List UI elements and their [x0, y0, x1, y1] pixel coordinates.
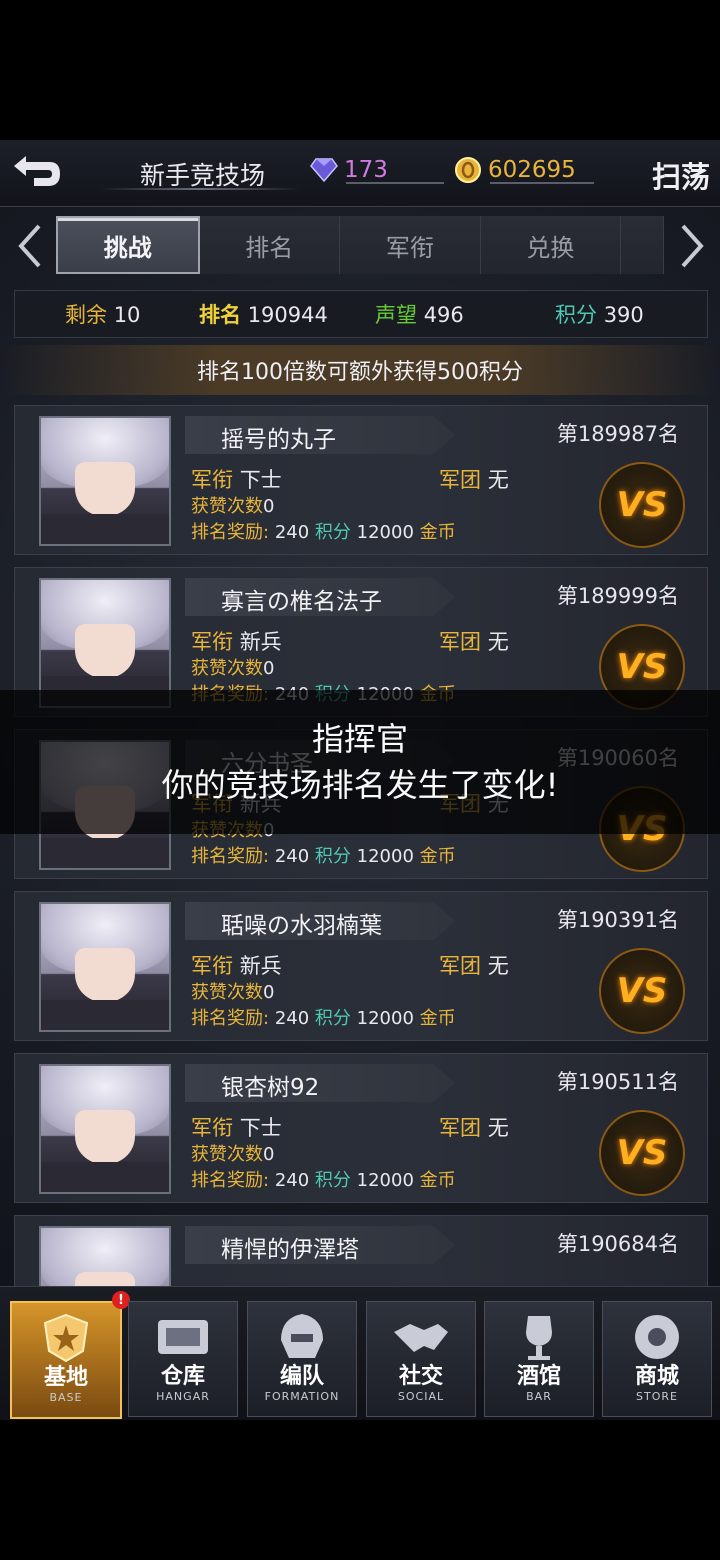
formation-helmet-icon	[271, 1310, 333, 1364]
tab-military-rank[interactable]: 军衔	[340, 216, 481, 274]
tab-bar: 挑战 排名 军衔 兑换	[0, 206, 720, 282]
nav-store[interactable]: 商城 STORE	[602, 1301, 712, 1417]
opponent-card[interactable]: 摇号的丸子 第189987名 军衔 下士 军团 无 获赞次数0 排名奖励: 24…	[14, 405, 708, 555]
title-underline	[100, 188, 300, 190]
bonus-banner: 排名100倍数可额外获得500积分	[0, 345, 720, 395]
opponent-reward: 排名奖励: 240 积分 12000 金币	[191, 846, 456, 867]
stat-prestige: 声望 496	[375, 303, 464, 327]
gold-count: 602695	[488, 157, 576, 183]
tab-overflow	[621, 216, 664, 274]
opponent-position: 第189987名	[556, 422, 679, 446]
opponent-card[interactable]: 聒噪の水羽楠葉 第190391名 军衔 新兵 军团 无 获赞次数0 排名奖励: …	[14, 891, 708, 1041]
hangar-icon	[152, 1310, 214, 1364]
opponent-reward: 排名奖励: 240 积分 12000 金币	[191, 522, 456, 543]
opponent-name: 精悍的伊澤塔	[221, 1237, 359, 1263]
back-button[interactable]	[6, 148, 66, 196]
toast-title: 指挥官	[311, 720, 408, 758]
gold-underline	[490, 182, 594, 184]
opponent-card[interactable]: 精悍的伊澤塔 第190684名	[14, 1215, 708, 1356]
back-arrow-icon	[14, 156, 60, 186]
page-title: 新手竞技场	[140, 161, 266, 190]
stats-bar: 剩余 10 排名 190944 声望 496 积分 390	[14, 290, 708, 338]
vs-challenge-button[interactable]: VS	[599, 948, 685, 1034]
tab-list: 挑战 排名 军衔 兑换	[56, 216, 664, 274]
opponent-name: 摇号的丸子	[221, 427, 336, 453]
opponent-position: 第190391名	[556, 908, 679, 932]
opponent-avatar	[39, 902, 171, 1032]
handshake-icon	[390, 1310, 452, 1364]
toast-message: 你的竞技场排名发生了变化!	[161, 766, 559, 804]
vs-challenge-button[interactable]: VS	[599, 1110, 685, 1196]
tab-prev-button[interactable]	[10, 222, 50, 270]
opponent-avatar	[39, 416, 171, 546]
opponent-military-rank: 军衔 新兵	[191, 630, 282, 654]
nav-formation[interactable]: 编队 FORMATION	[247, 1301, 357, 1417]
opponent-legion: 军团 无	[439, 630, 509, 654]
nav-base[interactable]: 基地 BASE	[10, 1301, 122, 1419]
opponent-reward: 排名奖励: 240 积分 12000 金币	[191, 1170, 456, 1191]
opponent-position: 第189999名	[556, 584, 679, 608]
tab-challenge[interactable]: 挑战	[56, 216, 200, 274]
opponent-position: 第190511名	[556, 1070, 679, 1094]
nav-bar[interactable]: 酒馆 BAR	[484, 1301, 594, 1417]
tab-exchange[interactable]: 兑换	[480, 216, 622, 274]
chevron-left-icon	[18, 224, 41, 268]
opponent-avatar	[39, 578, 171, 708]
opponent-name: 聒噪の水羽楠葉	[221, 913, 382, 939]
gem-underline	[346, 182, 444, 184]
opponent-legion: 军团 无	[439, 1116, 509, 1140]
tab-next-button[interactable]	[672, 222, 712, 270]
arena-screen: 新手竞技场 173 602695 扫荡 挑战 排名 军衔 兑换 剩余 10 排名…	[0, 140, 720, 1420]
opponent-likes: 获赞次数0	[191, 1144, 275, 1165]
opponent-name: 银杏树92	[221, 1075, 320, 1101]
rank-change-toast: 指挥官 你的竞技场排名发生了变化!	[0, 690, 720, 834]
bottom-nav: 基地 BASE ! 仓库 HANGAR 编队 FORMATION 社交 SOCI…	[0, 1286, 720, 1420]
gem-counter: 173	[310, 150, 388, 190]
nav-social[interactable]: 社交 SOCIAL	[366, 1301, 476, 1417]
gold-counter: 602695	[454, 150, 576, 190]
sweep-button[interactable]: 扫荡	[652, 154, 710, 196]
opponent-position: 第190684名	[556, 1232, 679, 1256]
opponent-military-rank: 军衔 下士	[191, 1116, 282, 1140]
stat-remaining: 剩余 10	[65, 303, 141, 327]
stat-rank: 排名 190944	[199, 303, 328, 327]
opponent-reward: 排名奖励: 240 积分 12000 金币	[191, 1008, 456, 1029]
top-bar: 新手竞技场 173 602695 扫荡	[0, 140, 720, 207]
opponent-military-rank: 军衔 下士	[191, 468, 282, 492]
chevron-right-icon	[681, 224, 704, 268]
opponent-likes: 获赞次数0	[191, 496, 275, 517]
opponent-military-rank: 军衔 新兵	[191, 954, 282, 978]
tavern-icon	[508, 1310, 570, 1364]
gold-coin-icon	[455, 157, 481, 183]
tab-ranking[interactable]: 排名	[199, 216, 341, 274]
opponent-likes: 获赞次数0	[191, 982, 275, 1003]
gem-count: 173	[344, 157, 388, 183]
base-emblem-icon	[35, 1311, 97, 1365]
opponent-legion: 军团 无	[439, 468, 509, 492]
opponent-name: 寡言の椎名法子	[221, 589, 382, 615]
nav-hangar[interactable]: 仓库 HANGAR	[128, 1301, 238, 1417]
gem-icon	[310, 158, 338, 183]
opponent-legion: 军团 无	[439, 954, 509, 978]
vs-challenge-button[interactable]: VS	[599, 462, 685, 548]
opponent-likes: 获赞次数0	[191, 658, 275, 679]
store-orb-icon	[626, 1310, 688, 1364]
opponent-card[interactable]: 银杏树92 第190511名 军衔 下士 军团 无 获赞次数0 排名奖励: 24…	[14, 1053, 708, 1203]
stat-points: 积分 390	[555, 303, 644, 327]
opponent-avatar	[39, 1064, 171, 1194]
